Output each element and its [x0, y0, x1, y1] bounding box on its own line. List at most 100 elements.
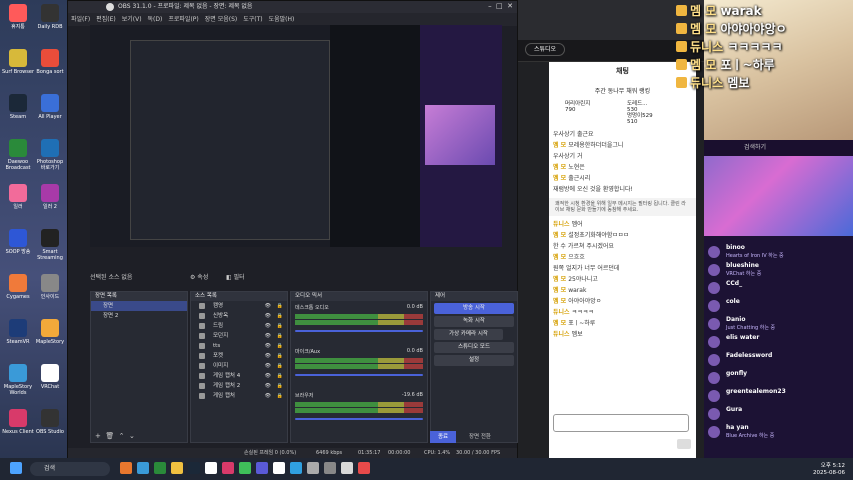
scene-transition-tab[interactable]: 장면 전환: [460, 431, 500, 443]
source-item[interactable]: 게임 캡처 4 👁 🔒: [191, 371, 287, 381]
menu-item[interactable]: 장면 모음(S): [205, 16, 237, 23]
desktop-icon[interactable]: 일러: [2, 184, 34, 210]
exit-tab[interactable]: 종료: [430, 431, 456, 443]
viewer-item[interactable]: binoo Hearts of Iron IV 하는 중: [704, 244, 853, 262]
scene-item[interactable]: 장면: [91, 301, 187, 311]
move-up-icon[interactable]: ⌃: [119, 432, 125, 440]
taskbar-app-icon[interactable]: [358, 462, 370, 474]
close-icon[interactable]: ✕: [507, 2, 513, 10]
viewer-item[interactable]: blueshine VRChat 하는 중: [704, 262, 853, 280]
desktop-icon[interactable]: All Player: [34, 94, 66, 120]
taskbar-app-icon[interactable]: [341, 462, 353, 474]
settings-button[interactable]: 설정: [434, 355, 514, 366]
menu-item[interactable]: 편집(E): [96, 16, 116, 23]
source-item[interactable]: 게임 캡처 👁 🔒: [191, 391, 287, 401]
lock-icon[interactable]: 🔒: [277, 371, 283, 381]
desktop-icon[interactable]: 인사이드: [34, 274, 66, 300]
taskbar-app-icon[interactable]: [239, 462, 251, 474]
lock-icon[interactable]: 🔒: [277, 391, 283, 401]
eye-icon[interactable]: 👁: [265, 351, 271, 361]
maximize-icon[interactable]: □: [496, 2, 503, 10]
start-streaming-button[interactable]: 방송 시작: [434, 303, 514, 314]
start-recording-button[interactable]: 녹화 시작: [434, 316, 514, 327]
add-icon[interactable]: +: [95, 432, 101, 440]
desktop-icon[interactable]: Nexus Client: [2, 409, 34, 435]
eye-icon[interactable]: 👁: [265, 301, 271, 311]
taskbar-app-icon[interactable]: [324, 462, 336, 474]
desktop-icon[interactable]: Smart Streaming: [34, 229, 66, 261]
eye-icon[interactable]: 👁: [265, 341, 271, 351]
volume-slider[interactable]: [295, 374, 423, 376]
source-item[interactable]: 캠영 👁 🔒: [191, 301, 287, 311]
menu-item[interactable]: 파일(F): [71, 16, 90, 23]
lock-icon[interactable]: 🔒: [277, 381, 283, 391]
lock-icon[interactable]: 🔒: [277, 311, 283, 321]
studio-mode-button[interactable]: 스튜디오 모드: [434, 342, 514, 353]
desktop-icon[interactable]: Cygames: [2, 274, 34, 300]
send-button[interactable]: [677, 439, 691, 449]
taskbar-app-icon[interactable]: [205, 462, 217, 474]
minimize-icon[interactable]: –: [488, 2, 492, 10]
desktop-icon[interactable]: SteamVR: [2, 319, 34, 345]
taskbar-app-icon[interactable]: [120, 462, 132, 474]
viewer-item[interactable]: cole: [704, 298, 853, 316]
desktop-icon[interactable]: Steam: [2, 94, 34, 120]
source-item[interactable]: 신방옥 👁 🔒: [191, 311, 287, 321]
chat-input[interactable]: [553, 414, 689, 432]
lock-icon[interactable]: 🔒: [277, 331, 283, 341]
menu-item[interactable]: 도움말(H): [269, 16, 295, 23]
desktop-icon[interactable]: VRChat: [34, 364, 66, 390]
taskbar-app-icon[interactable]: [273, 462, 285, 474]
source-item[interactable]: 모던지 👁 🔒: [191, 331, 287, 341]
eye-icon[interactable]: 👁: [265, 361, 271, 371]
lock-icon[interactable]: 🔒: [277, 351, 283, 361]
desktop-icon[interactable]: 휴지통: [2, 4, 34, 30]
desktop-icon[interactable]: Daily RDB: [34, 4, 66, 30]
eye-icon[interactable]: 👁: [265, 391, 271, 401]
menu-item[interactable]: 보기(V): [122, 16, 142, 23]
source-item[interactable]: 드림 👁 🔒: [191, 321, 287, 331]
scene-item[interactable]: 장면 2: [91, 311, 187, 321]
trash-icon[interactable]: 🗑: [105, 432, 114, 440]
desktop-icon[interactable]: SOOP 방송: [2, 229, 34, 255]
viewer-item[interactable]: greentealemon23: [704, 388, 853, 406]
viewer-item[interactable]: CCd_: [704, 280, 853, 298]
virtual-camera-button[interactable]: 가상 카메라 시작: [434, 329, 503, 340]
taskbar-search[interactable]: 검색: [30, 462, 110, 476]
eye-icon[interactable]: 👁: [265, 381, 271, 391]
lock-icon[interactable]: 🔒: [277, 301, 283, 311]
volume-slider[interactable]: [295, 418, 423, 420]
desktop-icon[interactable]: Surf Browser: [2, 49, 34, 75]
menu-item[interactable]: 프로파일(P): [168, 16, 198, 23]
eye-icon[interactable]: 👁: [265, 321, 271, 331]
desktop-icon[interactable]: MapleStory Worlds: [2, 364, 34, 396]
menu-item[interactable]: 도구(T): [243, 16, 262, 23]
viewer-item[interactable]: Danio Just Chatting 하는 중: [704, 316, 853, 334]
source-item[interactable]: tts 👁 🔒: [191, 341, 287, 351]
desktop-icon[interactable]: Daewoo Broadcast: [2, 139, 34, 171]
viewer-item[interactable]: elis water: [704, 334, 853, 352]
volume-slider[interactable]: [295, 330, 423, 332]
lock-icon[interactable]: 🔒: [277, 361, 283, 371]
source-item[interactable]: 이미지 👁 🔒: [191, 361, 287, 371]
taskbar-app-icon[interactable]: [171, 462, 183, 474]
desktop-icon[interactable]: Bonga sort: [34, 49, 66, 75]
taskbar-app-icon[interactable]: [290, 462, 302, 474]
menu-item[interactable]: 독(D): [148, 16, 163, 23]
source-item[interactable]: 게임 캡처 2 👁 🔒: [191, 381, 287, 391]
eye-icon[interactable]: 👁: [265, 331, 271, 341]
viewer-item[interactable]: ha yan Blue Archive 하는 중: [704, 424, 853, 442]
desktop-icon[interactable]: OBS Studio: [34, 409, 66, 435]
lock-icon[interactable]: 🔒: [277, 341, 283, 351]
taskbar-app-icon[interactable]: [222, 462, 234, 474]
viewer-item[interactable]: Fadelessword: [704, 352, 853, 370]
properties-button[interactable]: ⚙ 속성: [190, 271, 208, 285]
filters-button[interactable]: ◧ 필터: [226, 271, 245, 285]
lock-icon[interactable]: 🔒: [277, 321, 283, 331]
taskbar-app-icon[interactable]: [137, 462, 149, 474]
taskbar-app-icon[interactable]: [154, 462, 166, 474]
source-item[interactable]: 포켓 👁 🔒: [191, 351, 287, 361]
desktop-icon[interactable]: 일러 2: [34, 184, 66, 210]
taskbar-app-icon[interactable]: [188, 462, 200, 474]
eye-icon[interactable]: 👁: [265, 371, 271, 381]
